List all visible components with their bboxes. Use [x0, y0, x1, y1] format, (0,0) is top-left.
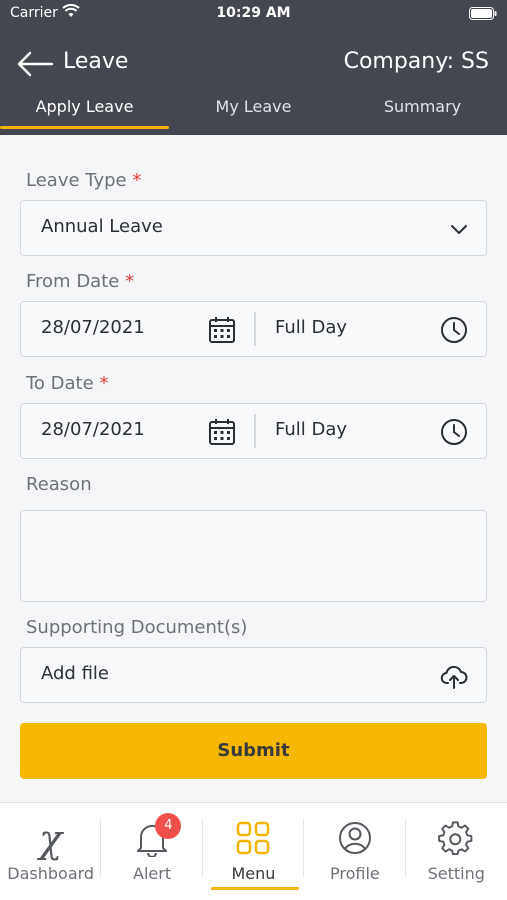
profile-icon: [338, 821, 372, 859]
leave-type-label-text: Leave Type: [26, 170, 127, 191]
status-bar: Carrier 10:29 AM: [0, 0, 507, 28]
clock-icon[interactable]: [440, 316, 468, 348]
nav-setting[interactable]: Setting: [406, 803, 507, 900]
tab-my-leave[interactable]: My Leave: [169, 95, 338, 135]
tab-label: Apply Leave: [35, 97, 134, 116]
tab-label: Summary: [383, 97, 462, 116]
add-file-button[interactable]: Add file: [20, 647, 487, 703]
active-tab-indicator: [0, 126, 169, 129]
field-divider: [254, 414, 256, 448]
to-date-label-text: To Date: [26, 373, 94, 394]
to-day-type[interactable]: Full Day: [275, 419, 347, 440]
nav-label: Dashboard: [7, 864, 95, 883]
company-label: Company: SS: [343, 49, 489, 74]
to-date-input[interactable]: 28/07/2021: [41, 419, 145, 440]
submit-button[interactable]: Submit: [20, 723, 487, 779]
tab-apply-leave[interactable]: Apply Leave: [0, 95, 169, 135]
bottom-nav: χ Dashboard 4 Alert Menu Profile Setting: [0, 802, 507, 900]
chevron-down-icon: [450, 220, 468, 239]
reason-label: Reason: [26, 474, 92, 495]
leave-type-label: Leave Type *: [26, 170, 141, 191]
battery-icon: [469, 7, 497, 24]
tab-bar: Apply Leave My Leave Summary: [0, 95, 507, 135]
leave-type-value: Annual Leave: [41, 216, 163, 237]
tab-label: My Leave: [215, 97, 292, 116]
field-divider: [254, 312, 256, 346]
clock-time: 10:29 AM: [216, 5, 291, 21]
back-arrow-icon: [17, 51, 54, 77]
nav-label: Menu: [231, 864, 276, 883]
nav-dashboard[interactable]: χ Dashboard: [0, 803, 102, 900]
calendar-icon[interactable]: [208, 316, 236, 348]
clock-icon[interactable]: [440, 418, 468, 450]
from-date-input[interactable]: 28/07/2021: [41, 317, 145, 338]
from-date-label: From Date *: [26, 271, 134, 292]
supporting-documents-label: Supporting Document(s): [26, 617, 248, 638]
required-mark: *: [125, 271, 135, 292]
add-file-label: Add file: [41, 663, 109, 684]
cloud-upload-icon: [440, 662, 468, 694]
nav-label: Setting: [427, 864, 485, 883]
from-date-label-text: From Date: [26, 271, 120, 292]
active-nav-indicator: [210, 887, 299, 890]
grid-icon: [236, 821, 270, 859]
from-date-field: 28/07/2021 Full Day: [20, 301, 487, 357]
from-day-type[interactable]: Full Day: [275, 317, 347, 338]
page-title: Leave: [63, 49, 129, 74]
nav-alert[interactable]: 4 Alert: [101, 803, 204, 900]
nav-label: Alert: [133, 864, 172, 883]
dashboard-x-icon: χ: [39, 817, 63, 861]
required-mark: *: [99, 373, 109, 394]
alert-count-badge: 4: [155, 813, 182, 839]
required-mark: *: [132, 170, 142, 191]
nav-menu[interactable]: Menu: [203, 803, 305, 900]
to-date-field: 28/07/2021 Full Day: [20, 403, 487, 459]
reason-textarea[interactable]: [20, 510, 487, 602]
to-date-label: To Date *: [26, 373, 108, 394]
app-header: Carrier 10:29 AM Leave Company: SS Apply…: [0, 0, 507, 135]
nav-label: Profile: [329, 864, 380, 883]
tab-summary[interactable]: Summary: [338, 95, 507, 135]
calendar-icon[interactable]: [208, 418, 236, 450]
back-button[interactable]: [16, 50, 54, 78]
gear-icon: [438, 821, 474, 861]
nav-profile[interactable]: Profile: [304, 803, 406, 900]
leave-type-select[interactable]: Annual Leave: [20, 200, 487, 256]
